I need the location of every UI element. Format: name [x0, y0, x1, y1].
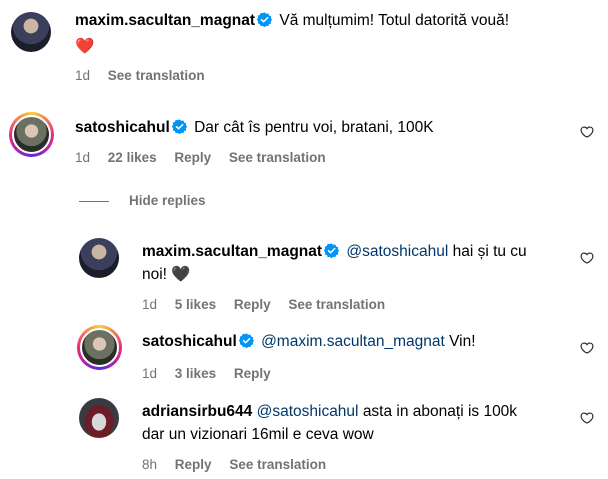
see-translation-button[interactable]: See translation: [108, 68, 205, 83]
comment-age: 1d: [75, 68, 91, 83]
like-heart-icon[interactable]: [580, 411, 594, 425]
comment-meta: 1d 22 likes Reply See translation: [75, 150, 340, 165]
likes-count[interactable]: 5 likes: [175, 297, 216, 312]
reply-text-cont: dar un vizionari 16mil e ceva wow: [142, 426, 374, 443]
reply-button[interactable]: Reply: [174, 150, 211, 165]
divider: [79, 201, 109, 202]
see-translation-button[interactable]: See translation: [288, 297, 385, 312]
like-heart-icon[interactable]: [580, 341, 594, 355]
mention-link[interactable]: @satoshicahul: [346, 243, 448, 260]
hide-replies-label: Hide replies: [129, 193, 206, 208]
avatar[interactable]: [79, 238, 119, 278]
reply-text-cont: noi! 🖤: [142, 266, 191, 283]
reply-meta: 1d 3 likes Reply: [142, 366, 285, 381]
hide-replies-button[interactable]: Hide replies: [129, 193, 220, 208]
likes-count[interactable]: 3 likes: [175, 366, 216, 381]
comment-emoji: ❤️: [75, 38, 95, 55]
comment-body: maxim.sacultan_magnat Vă mulțumim! Totul…: [75, 10, 509, 32]
mention-link[interactable]: @satoshicahul: [257, 403, 359, 420]
verified-icon: [239, 333, 254, 348]
verified-icon: [172, 119, 187, 134]
reply-button[interactable]: Reply: [234, 297, 271, 312]
username[interactable]: satoshicahul: [75, 119, 170, 136]
reply-body: satoshicahul @maxim.sacultan_magnat Vin!: [142, 331, 476, 353]
reply-age: 1d: [142, 297, 158, 312]
reply-body: maxim.sacultan_magnat @satoshicahul hai …: [142, 241, 527, 263]
reply-meta: 1d 5 likes Reply See translation: [142, 297, 399, 312]
reply-text: asta in abonați is 100k: [362, 403, 518, 420]
reply-age: 1d: [142, 366, 158, 381]
avatar[interactable]: [11, 12, 51, 52]
reply-text: hai și tu cu: [452, 243, 527, 260]
reply-text: Vin!: [449, 333, 476, 350]
avatar[interactable]: [77, 325, 122, 370]
see-translation-button[interactable]: See translation: [229, 457, 326, 472]
reply-age: 8h: [142, 457, 158, 472]
comment-text: Vă mulțumim! Totul datorită vouă!: [279, 12, 510, 29]
verified-icon: [257, 12, 272, 27]
username[interactable]: maxim.sacultan_magnat: [75, 12, 255, 29]
see-translation-button[interactable]: See translation: [229, 150, 326, 165]
comment-meta: 1d See translation: [75, 68, 219, 83]
avatar[interactable]: [79, 398, 119, 438]
comment-text: Dar cât îs pentru voi, bratani, 100K: [194, 119, 434, 136]
mention-link[interactable]: @maxim.sacultan_magnat: [261, 333, 445, 350]
like-heart-icon[interactable]: [580, 125, 594, 139]
likes-count[interactable]: 22 likes: [108, 150, 157, 165]
verified-icon: [324, 243, 339, 258]
like-heart-icon[interactable]: [580, 251, 594, 265]
username[interactable]: maxim.sacultan_magnat: [142, 243, 322, 260]
reply-body: adriansirbu644 @satoshicahul asta in abo…: [142, 401, 517, 423]
comment-body: satoshicahul Dar cât îs pentru voi, brat…: [75, 117, 434, 139]
comment-age: 1d: [75, 150, 91, 165]
reply-meta: 8h Reply See translation: [142, 457, 340, 472]
avatar[interactable]: [9, 112, 54, 157]
username[interactable]: satoshicahul: [142, 333, 237, 350]
username[interactable]: adriansirbu644: [142, 403, 252, 420]
reply-button[interactable]: Reply: [175, 457, 212, 472]
reply-button[interactable]: Reply: [234, 366, 271, 381]
